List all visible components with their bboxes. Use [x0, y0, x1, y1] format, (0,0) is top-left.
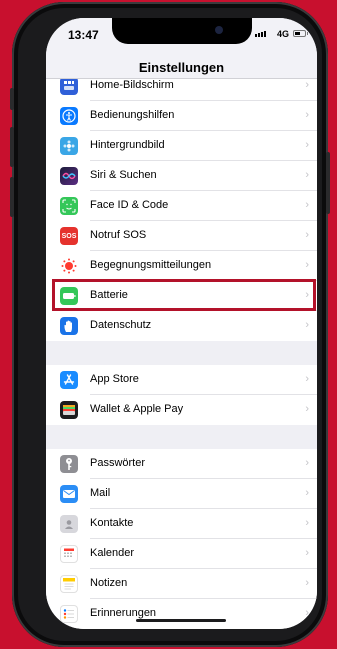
settings-row-label: Bedienungshilfen [90, 109, 175, 121]
chevron-right-icon: › [305, 79, 309, 91]
settings-row-siri[interactable]: Siri & Suchen › [46, 161, 317, 191]
chevron-right-icon: › [305, 319, 309, 331]
calendar-icon [60, 545, 78, 563]
page-title: Einstellungen [138, 60, 225, 75]
settings-row-label: Face ID & Code [90, 199, 169, 211]
settings-row-face-id[interactable]: Face ID & Code › [46, 191, 317, 221]
camera-icon [215, 26, 223, 34]
exposure-notification-icon [60, 257, 78, 275]
wallpaper-icon [60, 137, 78, 155]
settings-row-label: Siri & Suchen [90, 169, 157, 181]
settings-row-exposure-notifications[interactable]: Begegnungsmitteilungen › [46, 251, 317, 281]
settings-row-privacy[interactable]: Datenschutz › [46, 311, 317, 341]
status-time: 13:47 [68, 28, 99, 42]
network-type: 4G [276, 29, 289, 39]
settings-row-reminders[interactable]: Erinnerungen › [46, 599, 317, 629]
face-id-icon [60, 197, 78, 215]
settings-row-label: Hintergrundbild [90, 139, 165, 151]
phone-frame: 13:47 4G Einstellungen Home-Bildschirm ›… [10, 2, 330, 647]
signal-icon [255, 31, 266, 37]
chevron-right-icon: › [305, 517, 309, 529]
chevron-right-icon: › [305, 259, 309, 271]
chevron-right-icon: › [305, 199, 309, 211]
battery-row-highlight [52, 279, 316, 311]
chevron-right-icon: › [305, 457, 309, 469]
settings-row-label: Notruf SOS [90, 229, 147, 241]
battery-status-icon [293, 30, 308, 37]
chevron-right-icon: › [305, 577, 309, 589]
settings-row-contacts[interactable]: Kontakte › [46, 509, 317, 539]
settings-row-label: Notizen [90, 577, 128, 589]
settings-row-accessibility[interactable]: Bedienungshilfen › [46, 101, 317, 131]
chevron-right-icon: › [305, 547, 309, 559]
settings-row-label: Begegnungsmitteilungen [90, 259, 212, 271]
key-icon [60, 455, 78, 473]
settings-row-label: Wallet & Apple Pay [90, 403, 184, 415]
settings-row-label: Home-Bildschirm [90, 79, 174, 91]
siri-icon [60, 167, 78, 185]
settings-row-passwords[interactable]: Passwörter › [46, 449, 317, 479]
settings-row-label: Kontakte [90, 517, 134, 529]
settings-row-label: App Store [90, 373, 139, 385]
settings-row-wallpaper[interactable]: Hintergrundbild › [46, 131, 317, 161]
privacy-hand-icon [60, 317, 78, 335]
mail-icon [60, 485, 78, 503]
notch [112, 18, 252, 44]
chevron-right-icon: › [305, 373, 309, 385]
power-button [326, 152, 330, 214]
settings-row-wallet[interactable]: Wallet & Apple Pay › [46, 395, 317, 425]
app-store-icon [60, 371, 78, 389]
volume-up-button [10, 127, 14, 167]
settings-row-label: Mail [90, 487, 111, 499]
reminders-icon [60, 605, 78, 623]
section-gap [46, 425, 317, 449]
chevron-right-icon: › [305, 403, 309, 415]
wallet-icon [60, 401, 78, 419]
settings-row-mail[interactable]: Mail › [46, 479, 317, 509]
contacts-icon [60, 515, 78, 533]
settings-row-notes[interactable]: Notizen › [46, 569, 317, 599]
chevron-right-icon: › [305, 487, 309, 499]
chevron-right-icon: › [305, 109, 309, 121]
settings-row-calendar[interactable]: Kalender › [46, 539, 317, 569]
sos-icon: SOS [60, 227, 78, 245]
settings-row-label: Kalender [90, 547, 135, 559]
notes-icon [60, 575, 78, 593]
settings-row-label: Passwörter [90, 457, 146, 469]
home-screen-icon [60, 77, 78, 95]
settings-row-label: Erinnerungen [90, 607, 157, 619]
chevron-right-icon: › [305, 229, 309, 241]
settings-row-emergency-sos[interactable]: SOS Notruf SOS › [46, 221, 317, 251]
screen: 13:47 4G Einstellungen Home-Bildschirm ›… [46, 18, 317, 629]
chevron-right-icon: › [305, 169, 309, 181]
volume-down-button [10, 177, 14, 217]
settings-row-app-store[interactable]: App Store › [46, 365, 317, 395]
settings-row-label: Datenschutz [90, 319, 152, 331]
accessibility-icon [60, 107, 78, 125]
section-gap [46, 341, 317, 365]
chevron-right-icon: › [305, 139, 309, 151]
home-indicator[interactable] [136, 619, 226, 622]
chevron-right-icon: › [305, 607, 309, 619]
volume-button [10, 88, 14, 110]
